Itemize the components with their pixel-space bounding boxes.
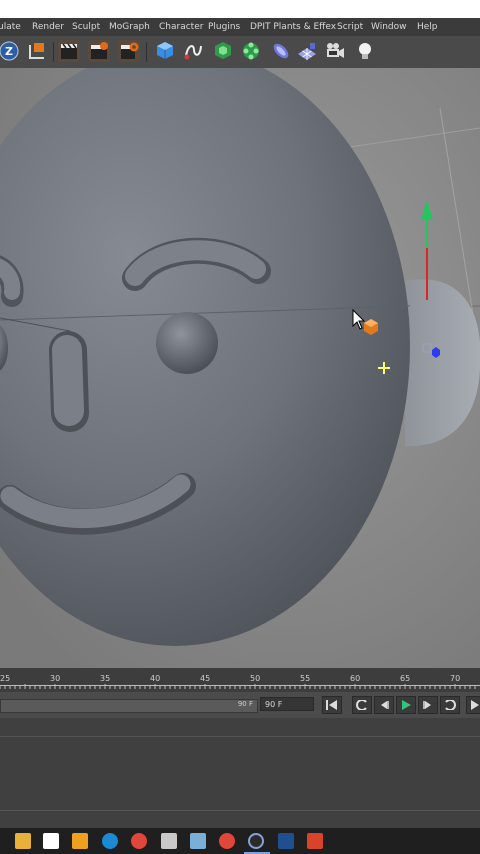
menu-dpit-plants-effex[interactable]: DPIT Plants & Effex — [250, 22, 336, 32]
menu-sculpt[interactable]: Sculpt — [72, 22, 100, 32]
cube-icon[interactable] — [154, 40, 176, 62]
menu-help[interactable]: Help — [417, 22, 438, 32]
deformer-icon[interactable] — [270, 40, 292, 62]
frame-range-slider[interactable]: 90 F — [0, 699, 258, 713]
menu-simulate[interactable]: ulate — [0, 22, 21, 32]
window-top-edge — [0, 0, 480, 18]
tick-label: 60 — [350, 674, 361, 683]
tick-label: 50 — [250, 674, 261, 683]
tick-label: 55 — [300, 674, 311, 683]
tick-label: 35 — [100, 674, 111, 683]
menu-script[interactable]: Script — [337, 22, 363, 32]
tick-label: 65 — [400, 674, 411, 683]
menu-mograph[interactable]: MoGraph — [109, 22, 150, 32]
menu-window[interactable]: Window — [371, 22, 407, 32]
tick-label: 25 — [0, 674, 11, 683]
array-icon[interactable] — [240, 40, 262, 62]
menu-bar: ulate Render Sculpt MoGraph Character Pl… — [0, 18, 480, 36]
svg-text:Z: Z — [5, 45, 13, 58]
spline-icon[interactable] — [182, 40, 204, 62]
playback-bar: 90 F 90 F — [0, 692, 480, 718]
main-toolbar: Z — [0, 36, 480, 68]
tick-label: 30 — [50, 674, 61, 683]
menu-plugins[interactable]: Plugins — [208, 22, 240, 32]
panel-divider — [0, 736, 480, 737]
edge-icon[interactable] — [102, 833, 118, 849]
windows-taskbar — [0, 828, 480, 854]
previous-frame-button[interactable] — [374, 696, 394, 714]
light-icon[interactable] — [354, 40, 376, 62]
camera-icon[interactable] — [324, 40, 346, 62]
file-explorer-icon[interactable] — [15, 833, 31, 849]
3d-viewport[interactable] — [0, 68, 480, 668]
next-key-button[interactable] — [440, 696, 460, 714]
previous-key-button[interactable] — [352, 696, 372, 714]
play-forward-button[interactable] — [396, 696, 416, 714]
panel-divider — [0, 810, 480, 811]
toolbar-separator — [53, 42, 54, 62]
toolbar-separator — [146, 42, 147, 62]
nose[interactable] — [52, 335, 84, 426]
timeline-baseline — [0, 685, 480, 686]
eye-right[interactable] — [156, 312, 218, 374]
chrome-icon[interactable] — [131, 833, 147, 849]
render-settings-icon[interactable] — [118, 40, 140, 62]
app-icon[interactable] — [72, 833, 88, 849]
photoshop-icon[interactable] — [278, 833, 294, 849]
go-to-end-button[interactable] — [466, 696, 480, 714]
generator-icon[interactable] — [212, 40, 234, 62]
current-frame-field[interactable]: 90 F — [260, 697, 314, 711]
menu-character[interactable]: Character — [159, 22, 203, 32]
render-picture-icon[interactable] — [88, 40, 110, 62]
viewport-scene — [0, 68, 480, 668]
timeline-ruler[interactable]: 25 30 35 40 45 50 55 60 65 70 — [0, 668, 480, 692]
floor-icon[interactable] — [296, 40, 318, 62]
go-to-start-button[interactable] — [322, 696, 342, 714]
z-icon[interactable]: Z — [0, 40, 20, 62]
chrome-icon[interactable] — [219, 833, 235, 849]
cinema4d-icon[interactable] — [248, 833, 264, 849]
lower-panel — [0, 718, 480, 828]
tick-label: 45 — [200, 674, 211, 683]
store-icon[interactable] — [43, 833, 59, 849]
slider-value: 90 F — [237, 700, 253, 708]
coordinate-icon[interactable] — [26, 40, 48, 62]
tick-label: 40 — [150, 674, 161, 683]
tick-label: 70 — [450, 674, 461, 683]
render-view-icon[interactable] — [58, 40, 80, 62]
menu-render[interactable]: Render — [32, 22, 64, 32]
notes-icon[interactable] — [190, 833, 206, 849]
calculator-icon[interactable] — [161, 833, 177, 849]
office-icon[interactable] — [307, 833, 323, 849]
next-frame-button[interactable] — [418, 696, 438, 714]
